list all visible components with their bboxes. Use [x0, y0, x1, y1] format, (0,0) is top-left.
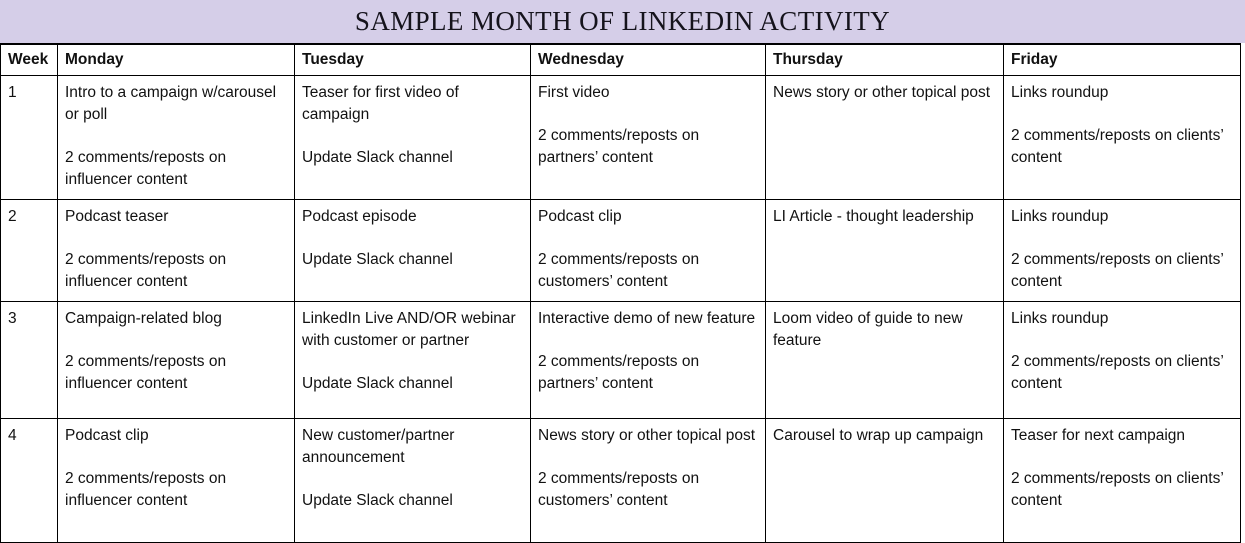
- cell-primary-text: Loom video of guide to new feature: [773, 309, 963, 349]
- cell-spacer: [65, 447, 287, 468]
- table-row: 2 Podcast teaser 2 comments/reposts on i…: [0, 198, 1241, 302]
- cell-secondary-text: 2 comments/reposts on influencer content: [65, 250, 227, 290]
- cell-primary-text: Campaign-related blog: [65, 309, 222, 327]
- cell-week3-monday[interactable]: Campaign-related blog 2 comments/reposts…: [57, 300, 295, 419]
- cell-secondary-text: 2 comments/reposts on customers’ content: [538, 250, 700, 290]
- cell-secondary-text: 2 comments/reposts on clients’ content: [1011, 250, 1224, 290]
- column-header-monday: Monday: [57, 43, 295, 76]
- cell-primary-text: News story or other topical post: [538, 426, 756, 444]
- table-row: 4 Podcast clip 2 comments/reposts on inf…: [0, 417, 1241, 543]
- cell-spacer: [1011, 447, 1233, 468]
- cell-primary-text: LinkedIn Live AND/OR webinar with custom…: [302, 309, 516, 349]
- cell-spacer: [538, 104, 758, 125]
- cell-spacer: [65, 228, 287, 249]
- cell-primary-text: Links roundup: [1011, 207, 1109, 225]
- cell-spacer: [302, 352, 523, 373]
- cell-primary-text: New customer/partner announcement: [302, 426, 455, 466]
- cell-primary-text: Podcast clip: [65, 426, 149, 444]
- table-row: 1 Intro to a campaign w/carousel or poll…: [0, 75, 1241, 200]
- cell-primary-text: News story or other topical post: [773, 84, 991, 101]
- cell-week3-thursday[interactable]: Loom video of guide to new feature: [765, 300, 1004, 419]
- page-title: SAMPLE MONTH OF LINKEDIN ACTIVITY: [354, 6, 891, 36]
- cell-spacer: [302, 126, 523, 147]
- cell-week3-friday[interactable]: Links roundup 2 comments/reposts on clie…: [1003, 300, 1241, 419]
- cell-primary-text: Interactive demo of new feature: [538, 309, 756, 327]
- column-header-tuesday: Tuesday: [294, 43, 531, 76]
- cell-week3-tuesday[interactable]: LinkedIn Live AND/OR webinar with custom…: [294, 300, 531, 419]
- cell-week1-friday[interactable]: Links roundup 2 comments/reposts on clie…: [1003, 75, 1241, 200]
- cell-primary-text: Podcast episode: [302, 207, 417, 225]
- cell-week4-wednesday[interactable]: News story or other topical post 2 comme…: [530, 417, 766, 543]
- week-number-cell: 2: [0, 198, 58, 302]
- cell-secondary-text: 2 comments/reposts on partners’ content: [538, 126, 700, 166]
- cell-spacer: [302, 469, 523, 490]
- cell-primary-text: Intro to a campaign w/carousel or poll: [65, 84, 277, 123]
- column-header-wednesday: Wednesday: [530, 43, 766, 76]
- cell-primary-text: Carousel to wrap up campaign: [773, 426, 984, 444]
- cell-week1-wednesday[interactable]: First video 2 comments/reposts on partne…: [530, 75, 766, 200]
- cell-week2-monday[interactable]: Podcast teaser 2 comments/reposts on inf…: [57, 198, 295, 302]
- cell-week4-friday[interactable]: Teaser for next campaign 2 comments/repo…: [1003, 417, 1241, 543]
- cell-week2-friday[interactable]: Links roundup 2 comments/reposts on clie…: [1003, 198, 1241, 302]
- cell-secondary-text: Update Slack channel: [302, 148, 453, 166]
- cell-secondary-text: 2 comments/reposts on influencer content: [65, 469, 227, 509]
- week-number-cell: 3: [0, 300, 58, 419]
- cell-week1-thursday[interactable]: News story or other topical post: [765, 75, 1004, 200]
- cell-secondary-text: 2 comments/reposts on clients’ content: [1011, 469, 1224, 509]
- cell-week4-tuesday[interactable]: New customer/partner announcement Update…: [294, 417, 531, 543]
- table-header-row: Week Monday Tuesday Wednesday Thursday F…: [0, 43, 1241, 76]
- cell-primary-text: Podcast teaser: [65, 207, 169, 225]
- cell-spacer: [302, 228, 523, 249]
- cell-secondary-text: 2 comments/reposts on partners’ content: [538, 352, 700, 392]
- cell-primary-text: First video: [538, 84, 610, 101]
- cell-week2-wednesday[interactable]: Podcast clip 2 comments/reposts on custo…: [530, 198, 766, 302]
- week-number-cell: 4: [0, 417, 58, 543]
- cell-week4-monday[interactable]: Podcast clip 2 comments/reposts on influ…: [57, 417, 295, 543]
- cell-primary-text: Teaser for next campaign: [1011, 426, 1186, 444]
- cell-primary-text: Podcast clip: [538, 207, 622, 225]
- cell-spacer: [1011, 330, 1233, 351]
- title-banner: SAMPLE MONTH OF LINKEDIN ACTIVITY: [0, 0, 1245, 43]
- cell-secondary-text: 2 comments/reposts on customers’ content: [538, 469, 700, 509]
- column-header-week: Week: [0, 43, 58, 76]
- cell-secondary-text: 2 comments/reposts on influencer content: [65, 352, 227, 392]
- cell-secondary-text: Update Slack channel: [302, 491, 453, 509]
- cell-week1-monday[interactable]: Intro to a campaign w/carousel or poll 2…: [57, 75, 295, 200]
- cell-primary-text: LI Article - thought leadership: [773, 207, 974, 225]
- column-header-friday: Friday: [1003, 43, 1241, 76]
- cell-secondary-text: 2 comments/reposts on clients’ content: [1011, 352, 1224, 392]
- cell-secondary-text: 2 comments/reposts on clients’ content: [1011, 126, 1224, 166]
- cell-secondary-text: 2 comments/reposts on influencer content: [65, 148, 227, 188]
- cell-secondary-text: Update Slack channel: [302, 374, 453, 392]
- cell-spacer: [538, 330, 758, 351]
- cell-spacer: [65, 330, 287, 351]
- table-row: 3 Campaign-related blog 2 comments/repos…: [0, 300, 1241, 419]
- cell-secondary-text: Update Slack channel: [302, 250, 453, 268]
- cell-spacer: [538, 228, 758, 249]
- cell-week3-wednesday[interactable]: Interactive demo of new feature 2 commen…: [530, 300, 766, 419]
- activity-calendar-table: Week Monday Tuesday Wednesday Thursday F…: [0, 43, 1241, 543]
- cell-spacer: [538, 447, 758, 468]
- cell-spacer: [1011, 228, 1233, 249]
- week-number-cell: 1: [0, 75, 58, 200]
- spreadsheet-canvas: SAMPLE MONTH OF LINKEDIN ACTIVITY Week M…: [0, 0, 1245, 543]
- column-header-thursday: Thursday: [765, 43, 1004, 76]
- cell-week1-tuesday[interactable]: Teaser for first video of campaign Updat…: [294, 75, 531, 200]
- cell-week2-thursday[interactable]: LI Article - thought leadership: [765, 198, 1004, 302]
- cell-primary-text: Links roundup: [1011, 309, 1109, 327]
- cell-spacer: [65, 126, 287, 147]
- cell-primary-text: Links roundup: [1011, 84, 1109, 101]
- cell-primary-text: Teaser for first video of campaign: [302, 84, 459, 123]
- cell-spacer: [1011, 104, 1233, 125]
- cell-week4-thursday[interactable]: Carousel to wrap up campaign: [765, 417, 1004, 543]
- cell-week2-tuesday[interactable]: Podcast episode Update Slack channel: [294, 198, 531, 302]
